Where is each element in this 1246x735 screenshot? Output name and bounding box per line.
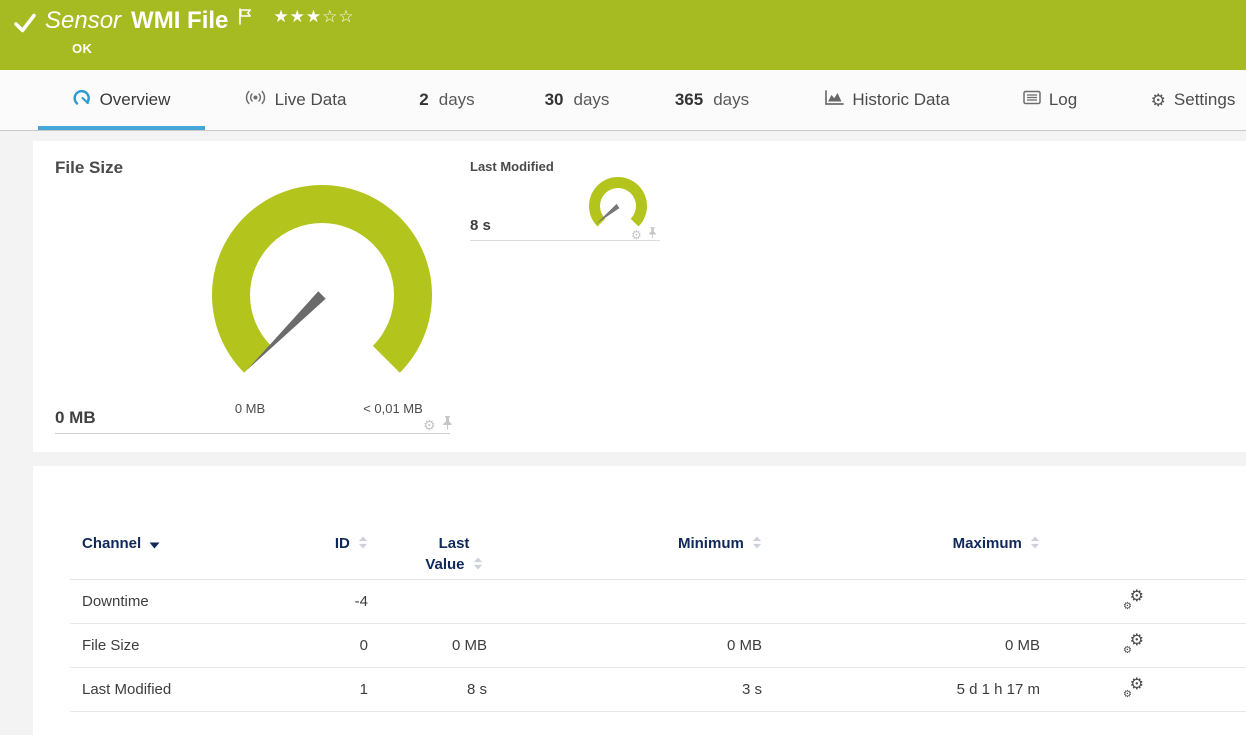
- gauge-arc: [589, 176, 647, 227]
- cell-minimum: 0 MB: [726, 637, 762, 654]
- table-header-row: Channel ID Last Value Minimum Maximum: [70, 526, 1246, 580]
- table-row-last-modified[interactable]: Last Modified 1 8 s 3 s 5 d 1 h 17 m ⚙ ⚙: [70, 668, 1246, 712]
- last-modified-gauge-tools: ⚙: [631, 226, 657, 244]
- file-size-current-value: 0 MB: [55, 408, 96, 427]
- cell-channel: Downtime: [82, 593, 149, 610]
- sort-updown-icon: [473, 557, 483, 574]
- tab-label: Live Data: [274, 90, 347, 109]
- tab-365-days[interactable]: 365 days: [665, 70, 759, 130]
- divider: [470, 240, 660, 241]
- log-list-icon: [1023, 90, 1041, 110]
- divider: [55, 433, 450, 434]
- sort-updown-icon: [358, 536, 368, 553]
- tab-overview[interactable]: Overview: [38, 70, 205, 130]
- sort-updown-icon: [1030, 536, 1040, 553]
- tab-number: 30: [544, 90, 564, 109]
- tab-label: Settings: [1173, 90, 1236, 109]
- tab-historic-data[interactable]: Historic Data: [814, 70, 960, 130]
- last-modified-gauge-title: Last Modified: [470, 159, 554, 174]
- stars-empty: ☆☆: [322, 7, 355, 26]
- tab-number: 365: [674, 90, 704, 109]
- sort-updown-icon: [752, 536, 762, 553]
- status-ok-check-icon: [13, 11, 37, 40]
- tab-label: Log: [1048, 90, 1078, 109]
- tab-settings[interactable]: ⚙ Settings: [1144, 70, 1242, 130]
- gauge-settings-icon[interactable]: ⚙: [423, 418, 436, 432]
- tab-label: days: [573, 90, 610, 109]
- tab-30-days[interactable]: 30 days: [535, 70, 619, 130]
- gauge-arc: [211, 185, 432, 373]
- tab-label: days: [438, 90, 475, 109]
- last-modified-current-value: 8 s: [470, 217, 491, 234]
- channel-settings-icon[interactable]: ⚙ ⚙: [1122, 633, 1144, 656]
- cell-id: 1: [359, 681, 368, 698]
- priority-stars[interactable]: ★★★☆☆: [273, 7, 354, 27]
- file-size-gauge: [202, 175, 442, 420]
- flag-icon[interactable]: [238, 8, 253, 30]
- channel-settings-icon[interactable]: ⚙ ⚙: [1122, 589, 1144, 612]
- sensor-status-header: Sensor WMI File ★★★☆☆ OK: [0, 0, 1246, 70]
- pin-icon[interactable]: [442, 415, 453, 435]
- live-broadcast-icon: [244, 90, 267, 110]
- sort-caret-down-icon: [149, 536, 160, 553]
- sensor-overview-page: Sensor WMI File ★★★☆☆ OK Overview Live D…: [0, 0, 1246, 735]
- table-row-file-size[interactable]: File Size 0 0 MB 0 MB 0 MB ⚙ ⚙: [70, 624, 1246, 668]
- tab-label: Historic Data: [852, 90, 950, 109]
- tab-number: 2: [419, 90, 429, 109]
- cell-minimum: 3 s: [741, 681, 762, 698]
- column-header-minimum[interactable]: Minimum: [487, 533, 762, 555]
- cell-maximum: 5 d 1 h 17 m: [956, 681, 1040, 698]
- object-kind-label: Sensor: [45, 7, 122, 34]
- stars-filled: ★★★: [273, 7, 323, 26]
- tab-live-data[interactable]: Live Data: [238, 70, 352, 130]
- tab-label: Overview: [99, 90, 171, 109]
- tab-log[interactable]: Log: [1018, 70, 1082, 130]
- pin-icon[interactable]: [648, 226, 657, 244]
- sensor-title-row: Sensor WMI File ★★★☆☆: [13, 6, 355, 40]
- cell-last-value: 0 MB: [451, 637, 487, 654]
- gauge-max-label: < 0,01 MB: [363, 401, 423, 416]
- cell-last-value: 8 s: [466, 681, 487, 698]
- gear-icon: ⚙: [1150, 90, 1166, 110]
- column-header-channel[interactable]: Channel: [82, 533, 310, 555]
- tab-2-days[interactable]: 2 days: [408, 70, 486, 130]
- cell-id: 0: [359, 637, 368, 654]
- sensor-name: WMI File: [131, 7, 229, 34]
- file-size-gauge-tools: ⚙: [423, 415, 453, 435]
- overview-gauges-panel: File Size 0 MB < 0,01 MB 0 MB ⚙ Last Mod…: [33, 141, 1246, 452]
- channel-table-panel: Channel ID Last Value Minimum Maximum Do…: [33, 466, 1246, 735]
- gauge-icon: [73, 89, 92, 112]
- channel-settings-icon[interactable]: ⚙ ⚙: [1122, 677, 1144, 700]
- active-tab-indicator: [38, 126, 205, 130]
- file-size-gauge-title: File Size: [55, 158, 124, 177]
- gauge-min-label: 0 MB: [234, 401, 266, 416]
- cell-channel: Last Modified: [82, 681, 172, 698]
- table-row-downtime[interactable]: Downtime -4 ⚙ ⚙: [70, 580, 1246, 624]
- cell-id: -4: [354, 593, 368, 610]
- column-header-last-value[interactable]: Last Value: [368, 533, 487, 576]
- channel-table: Channel ID Last Value Minimum Maximum Do…: [70, 526, 1246, 712]
- column-header-maximum[interactable]: Maximum: [762, 533, 1040, 555]
- area-chart-icon: [824, 89, 845, 111]
- cell-maximum: 0 MB: [1004, 637, 1040, 654]
- tab-label: days: [713, 90, 750, 109]
- cell-channel: File Size: [82, 637, 140, 654]
- tab-bar: Overview Live Data 2 days 30 days 365 da…: [0, 70, 1246, 131]
- column-header-id[interactable]: ID: [310, 533, 368, 555]
- sensor-status-text: OK: [72, 41, 93, 56]
